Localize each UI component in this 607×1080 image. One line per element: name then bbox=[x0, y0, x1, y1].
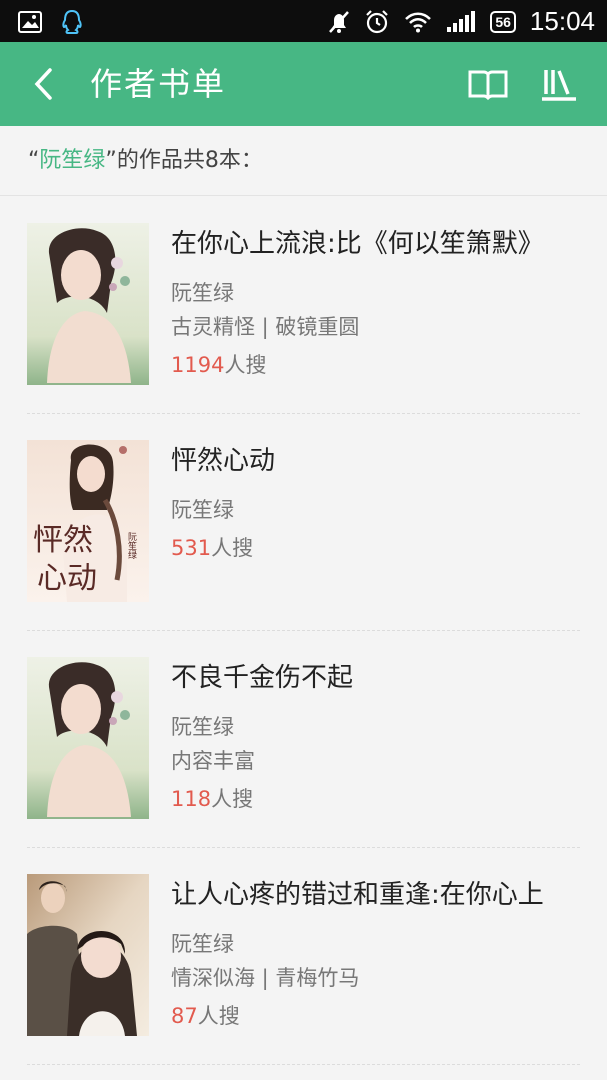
mute-icon bbox=[328, 10, 350, 34]
bookshelf-icon bbox=[542, 70, 576, 101]
bookshelf-button[interactable] bbox=[538, 62, 582, 106]
battery-icon: 56 bbox=[490, 10, 516, 33]
clock: 15:04 bbox=[529, 6, 595, 36]
image-icon bbox=[18, 11, 42, 33]
page-title: 作者书单 bbox=[90, 65, 227, 103]
search-count-number: 1194 bbox=[171, 353, 225, 377]
quote-open: “ bbox=[28, 148, 40, 173]
search-count-suffix: 人搜 bbox=[224, 353, 267, 377]
works-summary: “阮笙绿”的作品共8本： bbox=[0, 126, 607, 196]
app-header: 作者书单 bbox=[0, 42, 607, 126]
book-icon bbox=[468, 70, 508, 101]
book-title[interactable]: 让人心疼的错过和重逢:在你心上 bbox=[171, 874, 544, 911]
book-author: 阮笙绿 bbox=[171, 281, 234, 305]
works-count-text: 的作品共8本： bbox=[116, 148, 263, 173]
status-bar: 56 15:04 bbox=[0, 0, 607, 42]
book-list-item[interactable]: 不良千金伤不起 阮笙绿 内容丰富 118人搜 bbox=[0, 631, 607, 848]
search-count: 118人搜 bbox=[171, 783, 253, 813]
book-list-item[interactable]: 在你心上流浪:比《何以笙箫默》 阮笙绿 古灵精怪 | 破镜重圆 1194人搜 bbox=[0, 197, 607, 414]
cover-author-text: 阮笙绿 bbox=[126, 532, 137, 559]
divider bbox=[27, 1064, 580, 1065]
search-count: 1194人搜 bbox=[171, 349, 266, 379]
alarm-icon bbox=[364, 9, 390, 35]
book-cover: 怦然 心动 阮笙绿 bbox=[27, 440, 149, 602]
book-cover bbox=[27, 657, 149, 819]
back-icon bbox=[34, 68, 52, 100]
search-count-suffix: 人搜 bbox=[211, 787, 254, 811]
search-count-suffix: 人搜 bbox=[197, 1004, 240, 1028]
book-cover bbox=[27, 223, 149, 385]
read-button[interactable] bbox=[466, 62, 510, 106]
book-author: 阮笙绿 bbox=[171, 932, 234, 956]
book-list-item[interactable]: 让人心疼的错过和重逢:在你心上 阮笙绿 情深似海 | 青梅竹马 87人搜 bbox=[0, 848, 607, 1065]
search-count: 87人搜 bbox=[171, 1000, 240, 1030]
search-count-number: 118 bbox=[171, 787, 212, 811]
book-list-item[interactable]: 怦然 心动 阮笙绿 怦然心动 阮笙绿 531人搜 bbox=[0, 414, 607, 631]
book-tags: 内容丰富 bbox=[171, 749, 255, 773]
cover-title-line1: 怦然 bbox=[33, 523, 93, 558]
book-author: 阮笙绿 bbox=[171, 715, 234, 739]
signal-icon bbox=[446, 10, 476, 33]
book-author: 阮笙绿 bbox=[171, 498, 234, 522]
author-name-link[interactable]: 阮笙绿 bbox=[39, 148, 105, 173]
book-title[interactable]: 不良千金伤不起 bbox=[171, 657, 353, 694]
search-count: 531人搜 bbox=[171, 532, 253, 562]
search-count-number: 87 bbox=[171, 1004, 198, 1028]
search-count-number: 531 bbox=[171, 536, 212, 560]
qq-icon bbox=[60, 9, 84, 35]
book-list: 在你心上流浪:比《何以笙箫默》 阮笙绿 古灵精怪 | 破镜重圆 1194人搜 怦… bbox=[0, 197, 607, 1065]
wifi-icon bbox=[404, 11, 432, 33]
search-count-suffix: 人搜 bbox=[211, 536, 254, 560]
cover-title-line2: 心动 bbox=[37, 561, 97, 596]
back-button[interactable] bbox=[26, 62, 66, 106]
book-title[interactable]: 怦然心动 bbox=[171, 440, 275, 477]
book-tags: 古灵精怪 | 破镜重圆 bbox=[171, 315, 360, 339]
book-cover bbox=[27, 874, 149, 1036]
quote-close: ” bbox=[105, 148, 117, 173]
book-title[interactable]: 在你心上流浪:比《何以笙箫默》 bbox=[171, 223, 544, 260]
book-tags: 情深似海 | 青梅竹马 bbox=[171, 966, 360, 990]
